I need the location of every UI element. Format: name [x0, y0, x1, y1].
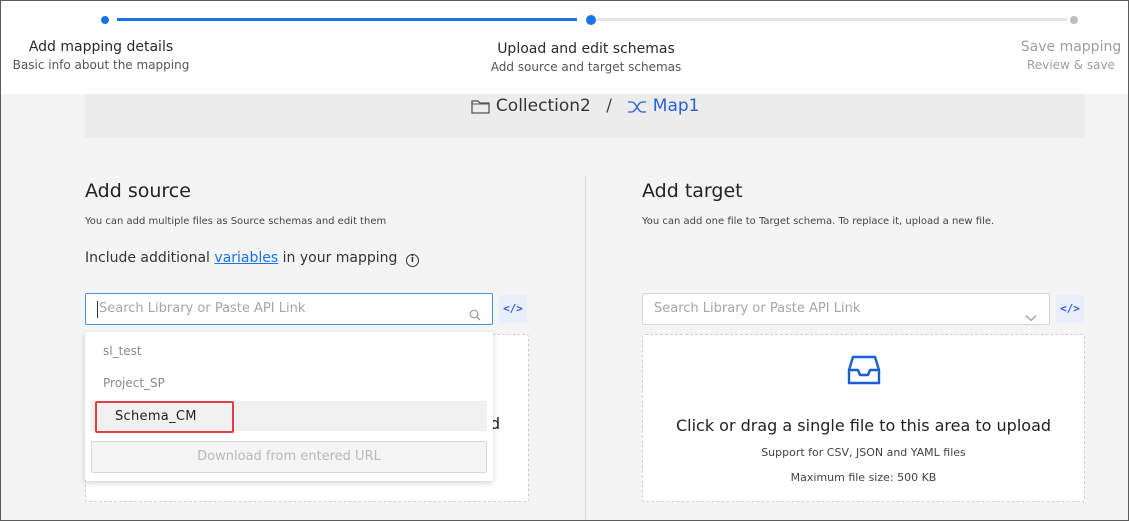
- inbox-icon: [846, 352, 882, 392]
- target-search-select[interactable]: Search Library or Paste API Link: [642, 293, 1050, 325]
- step-upload-edit-schemas[interactable]: Upload and edit schemas Add source and t…: [436, 41, 736, 74]
- breadcrumb: Collection2 / Map1: [85, 94, 1085, 118]
- chevron-down-icon: [1025, 304, 1037, 334]
- step-title: Upload and edit schemas: [497, 41, 675, 57]
- target-search-placeholder: Search Library or Paste API Link: [654, 301, 861, 316]
- breadcrumb-map: Map1: [652, 96, 700, 116]
- variables-link[interactable]: variables: [214, 250, 278, 266]
- step-2-dot: [586, 15, 596, 25]
- target-heading: Add target: [642, 180, 743, 202]
- source-description: You can add multiple files as Source sch…: [85, 216, 387, 227]
- download-from-url-button[interactable]: Download from entered URL: [91, 441, 487, 473]
- upload-title: Click or drag a single file to this area…: [675, 416, 1052, 435]
- target-description: You can add one file to Target schema. T…: [642, 216, 995, 227]
- text-caret: [97, 301, 98, 318]
- include-variables-text: Include additional variables in your map…: [85, 250, 419, 267]
- step-title: Save mapping: [1020, 39, 1122, 55]
- app-window: Add mapping details Basic info about the…: [0, 0, 1129, 521]
- shuffle-icon: [627, 96, 652, 116]
- upload-formats: Support for CSV, JSON and YAML files: [761, 446, 966, 459]
- info-icon[interactable]: i: [405, 254, 419, 267]
- step-add-mapping-details[interactable]: Add mapping details Basic info about the…: [1, 39, 201, 72]
- dropdown-option[interactable]: sl_test: [91, 336, 487, 366]
- source-search-input[interactable]: Search Library or Paste API Link: [85, 293, 493, 325]
- step-subtitle: Add source and target schemas: [490, 60, 682, 74]
- breadcrumb-collection[interactable]: Collection2: [496, 96, 591, 116]
- breadcrumb-separator: /: [606, 96, 612, 116]
- progress-stepper: Add mapping details Basic info about the…: [1, 1, 1128, 94]
- step-connector-pending: [597, 18, 1067, 21]
- folder-icon: [470, 96, 496, 116]
- vars-suffix: in your mapping: [282, 250, 398, 266]
- search-icon: [469, 303, 481, 333]
- dropdown-option[interactable]: Project_SP: [91, 368, 487, 398]
- highlighted-option-schema-cm[interactable]: Schema_CM: [95, 401, 234, 433]
- step-save-mapping[interactable]: Save mapping Review & save: [1006, 39, 1128, 72]
- source-heading: Add source: [85, 180, 191, 202]
- step-title: Add mapping details: [28, 39, 174, 55]
- upload-max-size: Maximum file size: 500 KB: [790, 471, 937, 484]
- step-subtitle: Review & save: [1027, 58, 1115, 72]
- breadcrumb-bar: Collection2 / Map1: [85, 94, 1085, 138]
- target-code-button[interactable]: </>: [1056, 295, 1084, 323]
- step-3-dot: [1070, 16, 1078, 24]
- step-subtitle: Basic info about the mapping: [12, 58, 190, 72]
- source-search-placeholder: Search Library or Paste API Link: [99, 301, 306, 316]
- code-icon: </>: [503, 302, 523, 315]
- option-label: Schema_CM: [115, 409, 197, 424]
- column-divider: [585, 176, 586, 520]
- target-upload-area[interactable]: Click or drag a single file to this area…: [642, 334, 1085, 502]
- vars-prefix: Include additional: [85, 250, 210, 266]
- source-code-button[interactable]: </>: [499, 295, 527, 323]
- code-icon: </>: [1060, 302, 1080, 315]
- step-connector-complete: [117, 18, 577, 21]
- step-1-dot: [101, 16, 109, 24]
